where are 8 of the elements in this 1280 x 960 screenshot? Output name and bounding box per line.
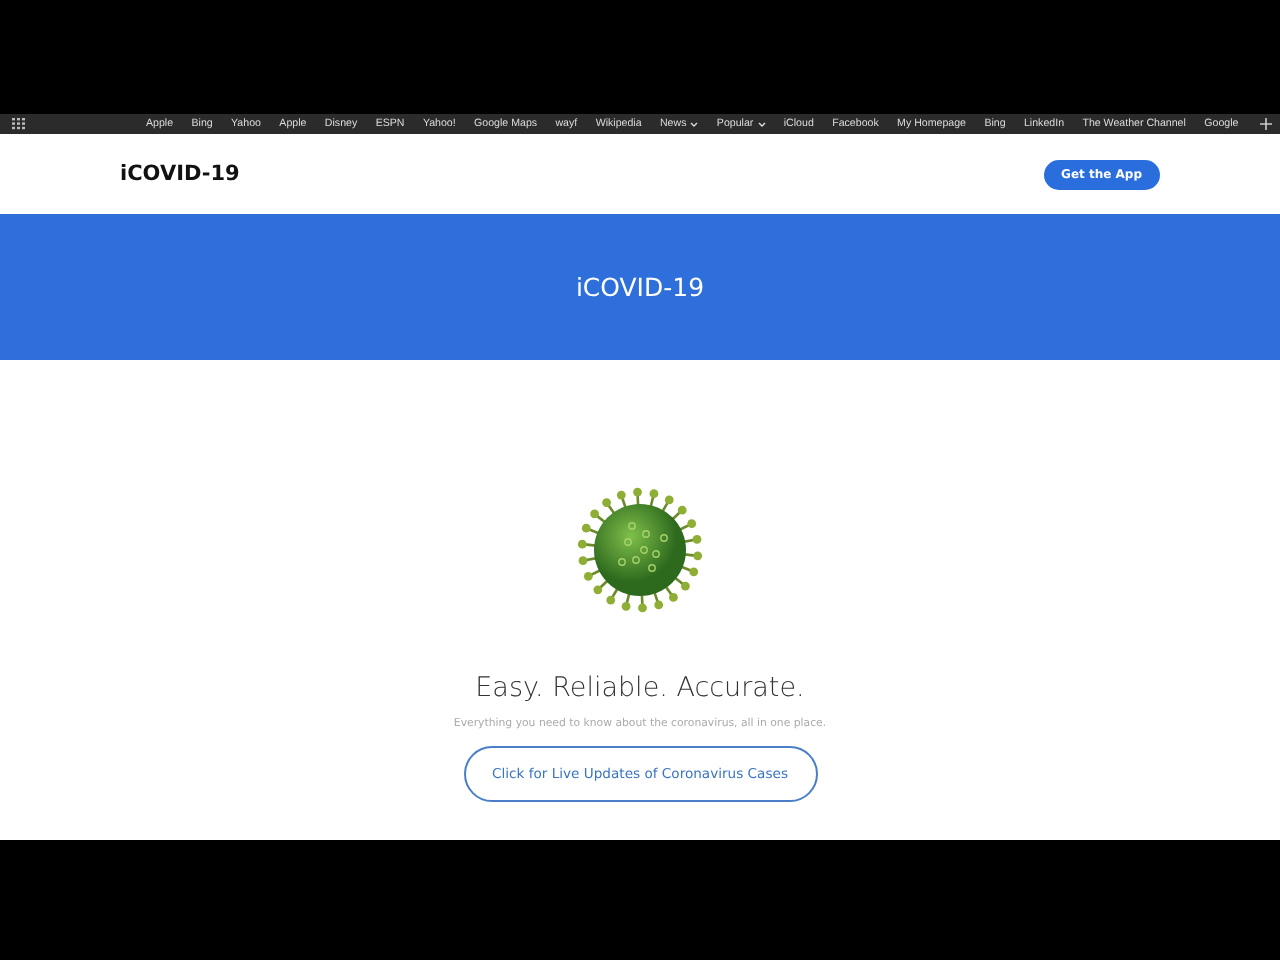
add-icon[interactable] <box>1260 118 1272 130</box>
banner-title: iCOVID-19 <box>575 272 705 302</box>
chevron-down-icon <box>757 121 766 127</box>
virus-drawing <box>574 484 706 616</box>
site-logo[interactable]: iCOVID-19 <box>120 162 240 186</box>
apps-grid-icon[interactable] <box>12 118 26 130</box>
hero-heading: Easy. Reliable. Accurate. <box>475 672 805 704</box>
chevron-down-icon <box>690 121 699 127</box>
